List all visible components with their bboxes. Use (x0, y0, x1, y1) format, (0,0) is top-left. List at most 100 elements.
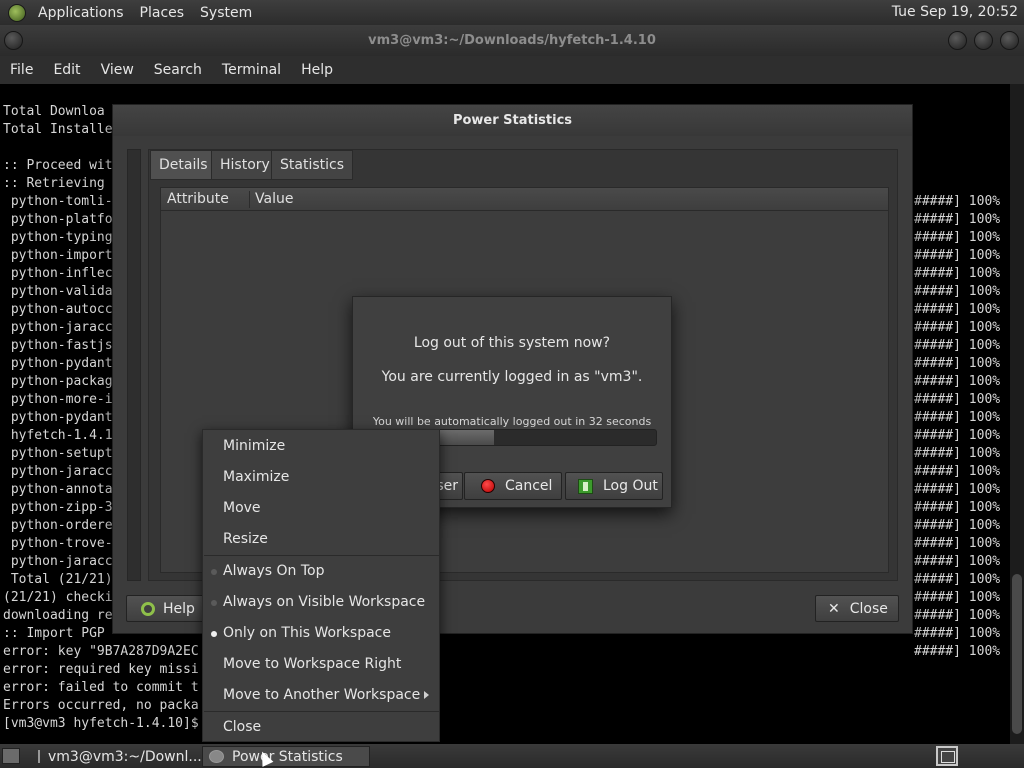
terminal-icon (38, 750, 40, 763)
terminal-line: #####] 100% (914, 482, 1001, 497)
menu-item-only-this-workspace[interactable]: Only on This Workspace (203, 618, 439, 649)
column-attribute[interactable]: Attribute (167, 191, 229, 207)
terminal-line: #####] 100% (914, 338, 1001, 353)
tab-details[interactable]: Details (150, 150, 217, 180)
menu-item-always-visible-workspace[interactable]: Always on Visible Workspace (203, 587, 439, 618)
menu-item-move-another-workspace[interactable]: Move to Another Workspace (203, 680, 439, 711)
close-label: Close (849, 600, 888, 617)
terminal-line: #####] 100% (914, 410, 1001, 425)
logout-button[interactable]: Log Out (565, 472, 663, 500)
terminal-line: #####] 100% (914, 392, 1001, 407)
bottom-panel: vm3@vm3:~/Downl... Power Statistics (0, 744, 1024, 768)
menu-item-label: Move to Workspace Right (223, 656, 402, 672)
column-value[interactable]: Value (255, 191, 293, 207)
menu-item-label: Move to Another Workspace (223, 687, 421, 703)
menu-item-label: Maximize (223, 469, 290, 485)
radio-on-icon (211, 631, 217, 637)
menu-item-label: Only on This Workspace (223, 625, 391, 641)
scrollbar-thumb[interactable] (1012, 574, 1022, 734)
menu-item-always-on-top[interactable]: Always On Top (203, 556, 439, 587)
logged-in-user: You are currently logged in as "vm3". (381, 369, 643, 385)
show-desktop-icon[interactable] (2, 748, 20, 764)
task-label: vm3@vm3:~/Downl... (48, 748, 202, 765)
terminal-line: #####] 100% (914, 248, 1001, 263)
menu-system[interactable]: System (196, 5, 256, 21)
terminal-line: #####] 100% (914, 644, 1001, 659)
terminal-line: #####] 100% (914, 554, 1001, 569)
menu-places[interactable]: Places (136, 5, 189, 21)
dialog-title[interactable]: Power Statistics (113, 105, 912, 136)
menu-item-move[interactable]: Move (203, 493, 439, 524)
terminal-line: #####] 100% (914, 590, 1001, 605)
distro-logo-icon[interactable] (8, 3, 26, 22)
menu-item-label: Resize (223, 531, 268, 547)
cancel-button[interactable]: Cancel (464, 472, 562, 500)
menu-applications[interactable]: Applications (34, 5, 128, 21)
terminal-line: #####] 100% (914, 464, 1001, 479)
menu-item-minimize[interactable]: Minimize (203, 431, 439, 462)
workspace-switcher[interactable] (936, 746, 958, 766)
terminal-titlebar[interactable]: vm3@vm3:~/Downloads/hyfetch-1.4.10 (0, 25, 1024, 56)
power-statistics-icon (209, 750, 224, 763)
menu-item-label: Always on Visible Workspace (223, 594, 426, 610)
maximize-icon[interactable] (974, 31, 993, 50)
terminal-menubar: File Edit View Search Terminal Help (0, 56, 1024, 84)
help-label: Help (163, 600, 195, 617)
terminal-line: #####] 100% (914, 572, 1001, 587)
clock[interactable]: Tue Sep 19, 20:52 (892, 4, 1018, 20)
logout-label: Log Out (603, 478, 658, 494)
menu-item-move-workspace-right[interactable]: Move to Workspace Right (203, 649, 439, 680)
menu-file[interactable]: File (0, 62, 43, 78)
terminal-line: #####] 100% (914, 266, 1001, 281)
terminal-line: #####] 100% (914, 194, 1001, 209)
close-button[interactable]: ✕ Close (815, 595, 899, 622)
close-icon: ✕ (828, 600, 840, 617)
terminal-line: #####] 100% (914, 374, 1001, 389)
table-header: Attribute Value (161, 188, 888, 211)
taskbar-item-power-statistics[interactable]: Power Statistics (202, 746, 370, 767)
radio-off-icon (211, 569, 217, 575)
menu-help[interactable]: Help (291, 62, 343, 78)
close-icon[interactable] (1000, 31, 1019, 50)
terminal-line: #####] 100% (914, 356, 1001, 371)
menu-terminal[interactable]: Terminal (212, 62, 291, 78)
radio-off-icon (211, 600, 217, 606)
menu-item-label: Close (223, 719, 262, 735)
top-panel: Applications Places System Tue Sep 19, 2… (0, 0, 1024, 25)
terminal-line: #####] 100% (914, 446, 1001, 461)
tab-statistics[interactable]: Statistics (271, 150, 353, 180)
terminal-line: #####] 100% (914, 320, 1001, 335)
terminal-line: #####] 100% (914, 536, 1001, 551)
menu-item-label: Always On Top (223, 563, 325, 579)
terminal-lines-right: #####] 100% #####] 100% #####] 100% #####] … (914, 193, 1010, 661)
terminal-line: #####] 100% (914, 212, 1001, 227)
column-divider (249, 191, 250, 208)
minimize-icon[interactable] (948, 31, 967, 50)
menu-search[interactable]: Search (144, 62, 212, 78)
terminal-line: #####] 100% (914, 302, 1001, 317)
taskbar-item-terminal[interactable]: vm3@vm3:~/Downl... (32, 746, 202, 767)
terminal-scrollbar[interactable] (1010, 84, 1024, 744)
help-icon (141, 601, 155, 616)
menu-item-label: Move (223, 500, 261, 516)
menu-item-close[interactable]: Close (203, 712, 439, 743)
auto-logout-text: You will be automatically logged out in … (372, 415, 652, 428)
terminal-line: #####] 100% (914, 626, 1001, 641)
menu-edit[interactable]: Edit (43, 62, 90, 78)
terminal-line: #####] 100% (914, 284, 1001, 299)
cancel-icon (481, 479, 495, 493)
cancel-label: Cancel (505, 478, 553, 494)
exit-icon (578, 478, 593, 494)
terminal-line: #####] 100% (914, 230, 1001, 245)
menu-item-label: Minimize (223, 438, 286, 454)
menu-item-maximize[interactable]: Maximize (203, 462, 439, 493)
terminal-line: #####] 100% (914, 608, 1001, 623)
menu-item-resize[interactable]: Resize (203, 524, 439, 555)
window-context-menu: Minimize Maximize Move Resize Always On … (202, 429, 440, 742)
menu-view[interactable]: View (91, 62, 144, 78)
tab-history[interactable]: History (211, 150, 279, 180)
logout-question: Log out of this system now? (413, 335, 611, 351)
window-menu-icon[interactable] (4, 31, 23, 50)
terminal-line: #####] 100% (914, 428, 1001, 443)
device-list[interactable] (127, 149, 141, 581)
